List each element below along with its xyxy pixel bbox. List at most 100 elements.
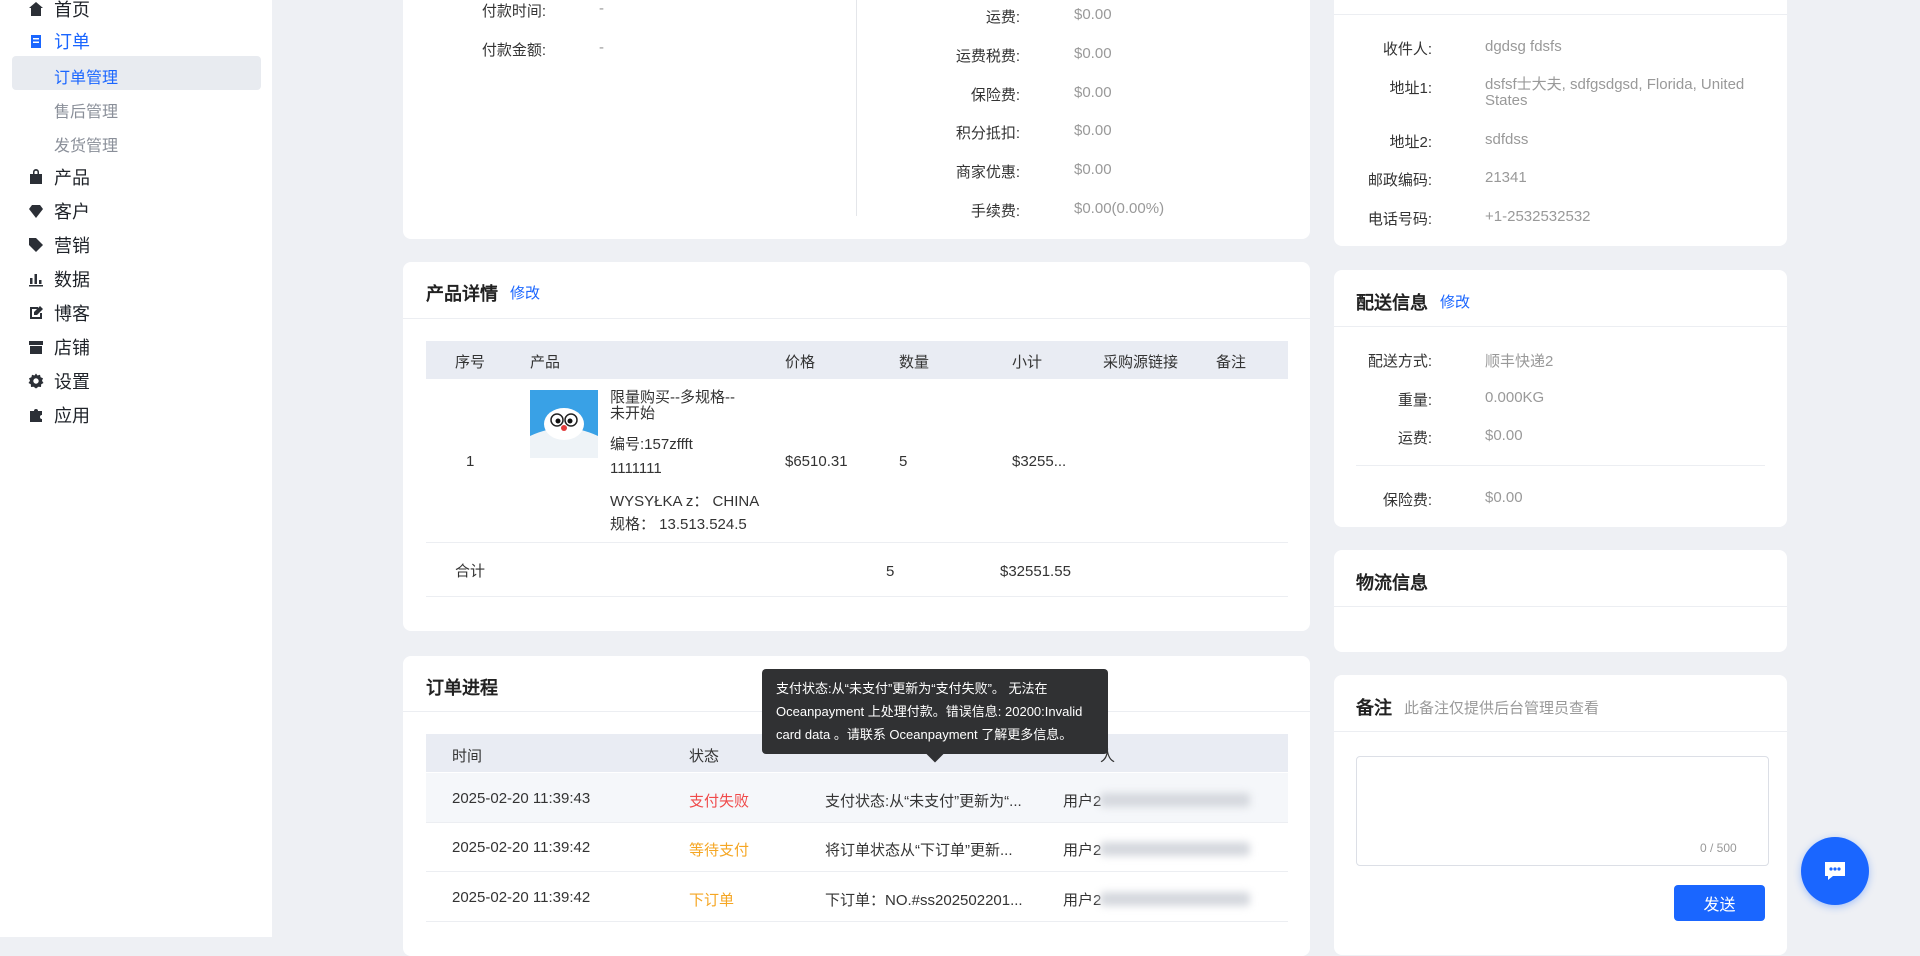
product-spec: 规格： 13.513.524.5 [610, 516, 747, 533]
ship-value: 顺丰快递2 [1485, 353, 1554, 370]
fee-label: 积分抵扣: [955, 125, 1020, 142]
nav-data[interactable]: 数据 [28, 266, 90, 292]
card-divider [1334, 14, 1787, 15]
nav-home[interactable]: 首页 [28, 0, 90, 22]
nav-apps[interactable]: 应用 [28, 402, 90, 428]
gear-icon [28, 373, 44, 389]
nav-order-management[interactable]: 订单管理 [54, 64, 118, 88]
fee-value: $0.00 [1074, 45, 1112, 62]
row-divider [426, 921, 1288, 922]
store-icon [29, 341, 43, 354]
addr-value: 21341 [1485, 169, 1527, 186]
progress-description[interactable]: 下订单：NO.#ss202502201... [825, 889, 1023, 910]
remark-hint: 此备注仅提供后台管理员查看 [1404, 700, 1600, 717]
fee-value: $0.00(0.00%) [1074, 200, 1165, 217]
redacted-email [1100, 842, 1250, 856]
remark-title: 备注 [1356, 698, 1392, 718]
progress-status-order: 下订单 [689, 892, 735, 909]
logistics-title: 物流信息 [1356, 573, 1428, 593]
order-progress-title: 订单进程 [426, 678, 498, 698]
addr-label: 地址2: [1389, 134, 1432, 151]
active-sub-highlight [12, 56, 261, 90]
section-divider [1356, 465, 1765, 466]
pay-amount-label: 付款金额: [481, 42, 546, 59]
bar-chart-icon [29, 274, 43, 287]
chat-icon [1825, 862, 1845, 880]
product-detail-title: 产品详情 [426, 284, 498, 304]
diamond-icon [29, 205, 43, 218]
nav-shipping-management[interactable]: 发货管理 [54, 132, 118, 156]
ship-value: $0.00 [1485, 427, 1523, 444]
ship-value: 0.000KG [1485, 389, 1545, 406]
fee-value: $0.00 [1074, 122, 1112, 139]
fee-label: 商家优惠: [955, 164, 1020, 181]
card-divider [403, 318, 1310, 319]
product-qty: 5 [899, 453, 908, 470]
total-amount: $32551.55 [1000, 563, 1071, 580]
product-sku: 编号:157zffft [610, 436, 693, 453]
product-subtotal: $3255... [1012, 453, 1067, 470]
col-source-link: 采购源链接 [1103, 354, 1179, 371]
nav-blog[interactable]: 博客 [28, 300, 90, 326]
chat-button[interactable] [1801, 837, 1869, 905]
nav-settings[interactable]: 设置 [28, 368, 90, 394]
fee-label: 手续费: [970, 203, 1020, 220]
remark-char-counter: 0 / 500 [1700, 841, 1737, 855]
row-index: 1 [466, 453, 475, 470]
fee-value: $0.00 [1074, 161, 1112, 178]
col-time: 时间 [452, 748, 483, 765]
product-price: $6510.31 [785, 453, 848, 470]
fee-label: 运费: [985, 9, 1020, 26]
col-status: 状态 [689, 748, 720, 765]
row-divider [426, 871, 1288, 872]
card-divider [1334, 731, 1787, 732]
nav-products[interactable]: 产品 [28, 164, 90, 190]
fee-value: $0.00 [1074, 6, 1112, 23]
col-index: 序号 [455, 354, 486, 371]
row-divider [426, 822, 1288, 823]
col-product: 产品 [530, 354, 561, 371]
addr-value: +1-2532532532 [1485, 208, 1591, 225]
ship-value: $0.00 [1485, 489, 1523, 506]
product-name-line1[interactable]: 限量购买--多规格-- [610, 390, 735, 406]
payment-vertical-divider [856, 0, 857, 216]
progress-user: 用户2 [1063, 892, 1102, 909]
product-ship-from: WYSYŁKA z： CHINA [610, 493, 760, 510]
progress-description[interactable]: 将订单状态从“下订单”更新... [825, 839, 1013, 860]
pay-amount-value: - [599, 39, 604, 56]
pay-time-value: - [599, 0, 604, 17]
ship-label: 配送方式: [1367, 353, 1432, 370]
shipping-edit-link[interactable]: 修改 [1440, 291, 1470, 312]
progress-description[interactable]: 支付状态:从“未支付”更新为“... [825, 790, 1022, 811]
product-name-line2[interactable]: 未开始 [610, 406, 655, 422]
sidebar: 首页 订单 订单管理 售后管理 发货管理 产品 客户 营销 数据 博客 店铺 设… [0, 0, 272, 937]
product-edit-link[interactable]: 修改 [510, 282, 540, 303]
row-divider [426, 596, 1288, 597]
progress-user: 用户2 [1063, 842, 1102, 859]
ship-label: 保险费: [1382, 492, 1432, 509]
product-thumbnail[interactable] [530, 390, 598, 458]
col-qty: 数量 [899, 354, 930, 371]
addr-label: 电话号码: [1367, 211, 1432, 228]
addr-label: 邮政编码: [1367, 172, 1432, 189]
card-divider [1334, 606, 1787, 607]
pay-time-label: 付款时间: [481, 3, 546, 20]
col-remark: 备注 [1216, 354, 1247, 371]
shipping-title: 配送信息 [1356, 293, 1428, 313]
nav-after-sales[interactable]: 售后管理 [54, 98, 118, 122]
nav-orders[interactable]: 订单 [28, 28, 90, 54]
fee-label: 保险费: [970, 87, 1020, 104]
nav-customers[interactable]: 客户 [28, 198, 90, 224]
nav-marketing[interactable]: 营销 [28, 232, 90, 258]
send-button[interactable]: 发送 [1674, 885, 1765, 921]
addr-value: dgdsg fdsfs [1485, 38, 1562, 55]
bag-icon [30, 169, 42, 184]
progress-status-fail: 支付失败 [689, 793, 750, 810]
redacted-email [1100, 892, 1250, 906]
product-image [530, 390, 598, 458]
product-code: 1111111 [610, 460, 662, 477]
nav-store[interactable]: 店铺 [28, 334, 90, 360]
col-price: 价格 [785, 354, 816, 371]
clipboard-icon [31, 35, 41, 48]
fee-label: 运费税费: [955, 48, 1020, 65]
